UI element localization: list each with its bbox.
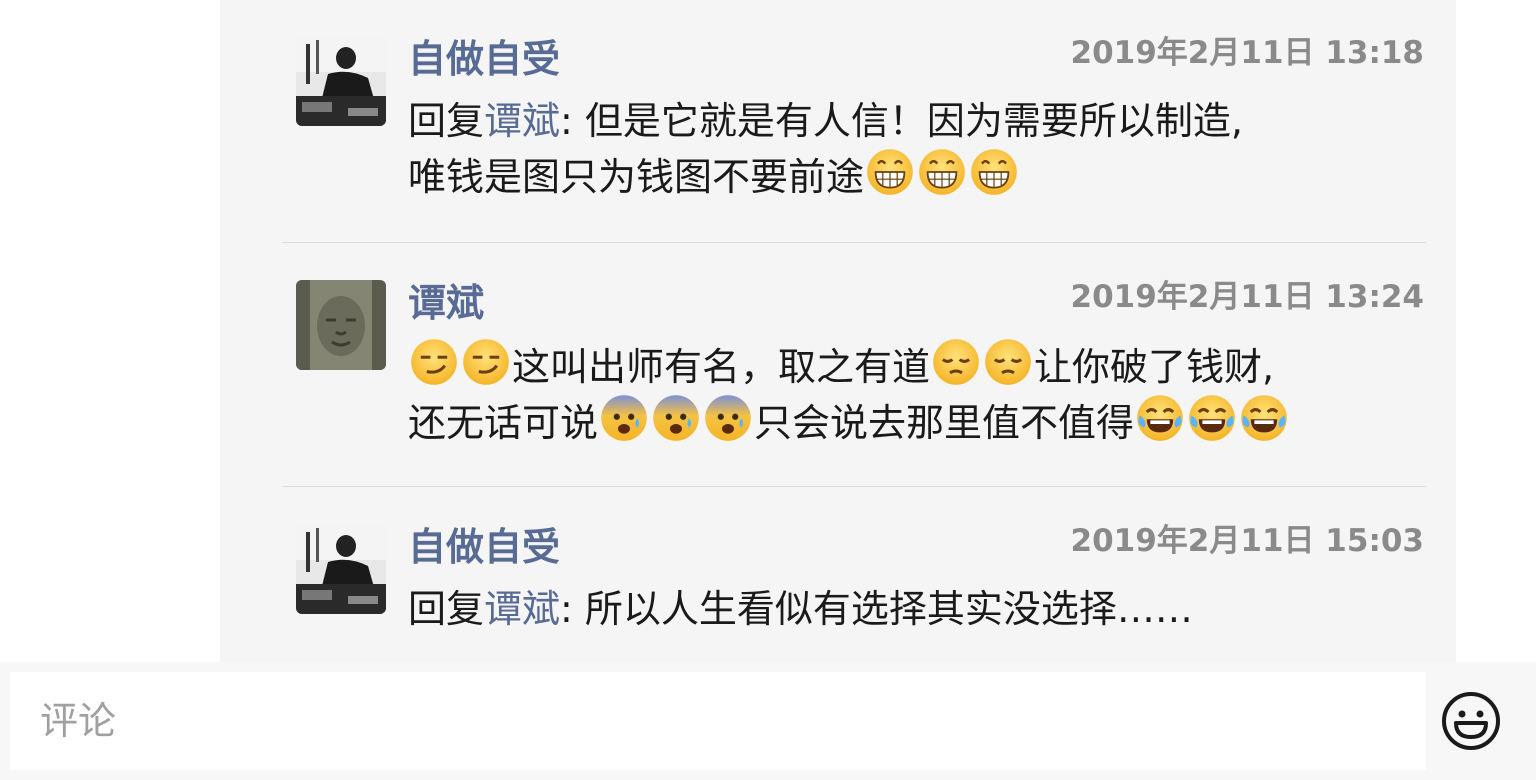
comment-body-line2: 唯钱是图只为钱图不要前途: [408, 155, 865, 199]
comment-body-seg4: 只会说去那里值不值得: [754, 401, 1135, 445]
comment-body: : 所以人生看似有选择其实没选择……: [560, 587, 1193, 631]
comment-timestamp: 2019年2月11日 13:18: [1070, 35, 1424, 71]
comment-input[interactable]: [10, 672, 1426, 770]
reply-prefix: 回复: [408, 99, 485, 143]
comment-text: 回复谭斌: 所以人生看似有选择其实没选择……: [408, 582, 1408, 636]
avatar[interactable]: [296, 36, 386, 126]
comments-panel: 自做自受 2019年2月11日 13:18 回复谭斌: 但是它就是有人信！因为需…: [220, 0, 1456, 662]
joy-tears-icon: [1240, 394, 1288, 442]
comment-timestamp: 2019年2月11日 13:24: [1070, 279, 1424, 315]
grin-icon: [970, 148, 1018, 196]
comment-timestamp: 2019年2月11日 15:03: [1070, 523, 1424, 559]
avatar[interactable]: [296, 524, 386, 614]
joy-tears-icon: [1136, 394, 1184, 442]
comment-author[interactable]: 自做自受: [408, 524, 560, 570]
smirk-icon: [462, 338, 510, 386]
fearful-icon: [704, 394, 752, 442]
reply-mention[interactable]: 谭斌: [484, 587, 560, 631]
fearful-icon: [652, 394, 700, 442]
comment-body-seg3: 还无话可说: [408, 401, 599, 445]
comment-body-line1: : 但是它就是有人信！因为需要所以制造,: [560, 99, 1243, 143]
divider: [282, 486, 1426, 487]
comment-body-seg2: 让你破了钱财,: [1034, 345, 1275, 389]
comment-body-seg1: 这叫出师有名，取之有道: [512, 345, 931, 389]
reply-mention[interactable]: 谭斌: [484, 99, 560, 143]
grin-icon: [918, 148, 966, 196]
comment-text: 这叫出师有名，取之有道 让你破了钱财, 还无话可说 只会说去那里值不值得: [408, 338, 1408, 450]
comment-author[interactable]: 谭斌: [408, 280, 484, 326]
comment-author[interactable]: 自做自受: [408, 36, 560, 82]
comment-composer: [0, 662, 1536, 780]
reply-prefix: 回复: [408, 587, 485, 631]
grin-icon: [866, 148, 914, 196]
pensive-icon: [984, 338, 1032, 386]
joy-tears-icon: [1188, 394, 1236, 442]
fearful-icon: [600, 394, 648, 442]
pensive-icon: [932, 338, 980, 386]
smirk-icon: [410, 338, 458, 386]
avatar[interactable]: [296, 280, 386, 370]
smiley-face-icon[interactable]: [1440, 690, 1502, 752]
comment-text: 回复谭斌: 但是它就是有人信！因为需要所以制造, 唯钱是图只为钱图不要前途: [408, 94, 1408, 204]
divider: [282, 242, 1426, 243]
